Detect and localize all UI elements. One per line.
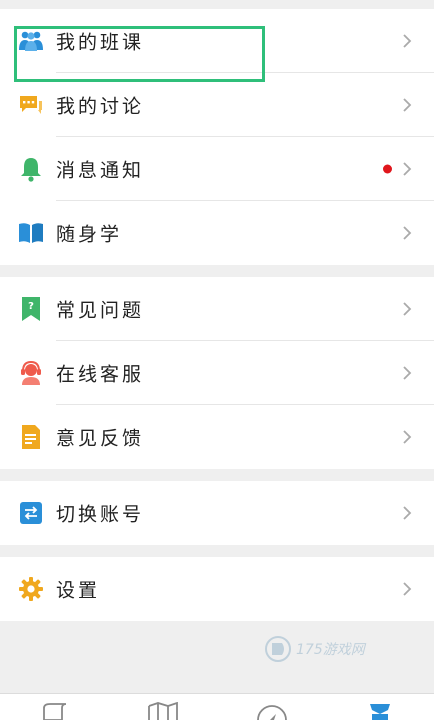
bottom-tab-bar — [0, 693, 434, 720]
menu-item-notifications[interactable]: 消息通知 — [0, 137, 434, 201]
menu-item-label: 设置 — [56, 579, 101, 602]
menu-item-learn-anywhere[interactable]: 随身学 — [0, 201, 434, 265]
chevron-right-icon — [403, 506, 412, 520]
menu-item-switch-account[interactable]: 切换账号 — [0, 481, 434, 545]
menu-group-4: 设置 — [0, 557, 434, 621]
section-gap — [0, 265, 434, 277]
svg-text:?: ? — [28, 301, 34, 312]
menu-item-label: 随身学 — [56, 223, 123, 246]
chevron-right-icon — [403, 430, 412, 444]
chevron-right-icon — [403, 162, 412, 176]
discover-tab-icon[interactable] — [254, 702, 290, 720]
menu-item-feedback[interactable]: 意见反馈 — [0, 405, 434, 469]
chevron-right-icon — [403, 226, 412, 240]
watermark-text: 175游戏网 — [296, 642, 365, 658]
faq-bookmark-icon: ? — [18, 296, 44, 322]
menu-item-label: 消息通知 — [56, 159, 145, 182]
menu-item-my-discussions[interactable]: 我的讨论 — [0, 73, 434, 137]
chevron-right-icon — [403, 366, 412, 380]
chevron-right-icon — [403, 582, 412, 596]
chevron-right-icon — [403, 302, 412, 316]
class-people-icon — [18, 28, 44, 54]
chevron-right-icon — [403, 34, 412, 48]
menu-item-label: 我的讨论 — [56, 95, 145, 118]
switch-account-icon — [18, 500, 44, 526]
menu-group-2: ? 常见问题 在线客服 意见反馈 — [0, 277, 434, 469]
menu-item-label: 意见反馈 — [56, 427, 145, 450]
me-tab-icon[interactable] — [362, 702, 398, 720]
menu-group-1: 我的班课 我的讨论 消息通知 随身学 — [0, 9, 434, 265]
notification-dot — [383, 164, 392, 174]
gear-icon — [18, 576, 44, 602]
menu-item-label: 我的班课 — [56, 31, 145, 54]
menu-item-my-classes[interactable]: 我的班课 — [0, 9, 434, 73]
menu-item-label: 在线客服 — [56, 363, 145, 386]
map-tab-icon[interactable] — [145, 702, 181, 720]
book-icon — [18, 220, 44, 246]
watermark-logo-icon — [265, 636, 291, 662]
feedback-document-icon — [18, 424, 44, 450]
support-agent-icon — [18, 360, 44, 386]
section-gap — [0, 469, 434, 481]
menu-item-label: 常见问题 — [56, 299, 145, 322]
resources-tab-icon[interactable] — [38, 702, 74, 720]
section-gap — [0, 545, 434, 557]
menu-item-faq[interactable]: ? 常见问题 — [0, 277, 434, 341]
menu-item-settings[interactable]: 设置 — [0, 557, 434, 621]
menu-item-label: 切换账号 — [56, 503, 145, 526]
top-spacer — [0, 0, 434, 9]
menu-item-online-service[interactable]: 在线客服 — [0, 341, 434, 405]
menu-group-3: 切换账号 — [0, 481, 434, 545]
bell-icon — [18, 156, 44, 182]
chevron-right-icon — [403, 98, 412, 112]
discussion-chat-icon — [18, 92, 44, 118]
watermark: 175游戏网 — [264, 632, 394, 666]
